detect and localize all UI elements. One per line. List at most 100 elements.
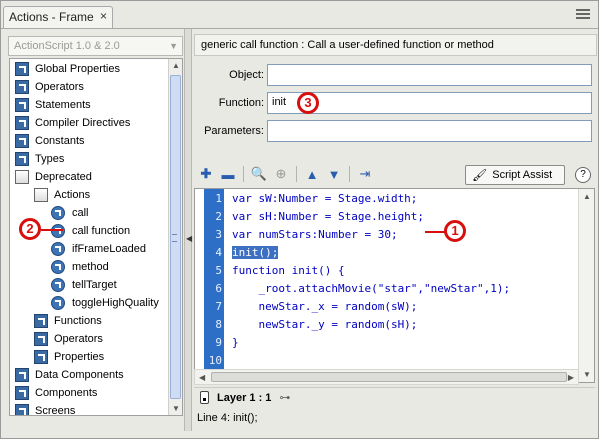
tree-item-call-function[interactable]: call function: [51, 222, 130, 240]
toolbar-divider: [349, 166, 350, 182]
tree-item-compiler-directives[interactable]: Compiler Directives: [15, 114, 130, 132]
insert-target-icon[interactable]: ⇥: [356, 165, 374, 183]
tree-item-statements[interactable]: Statements: [15, 96, 91, 114]
line-number: 4: [215, 246, 222, 259]
panel-splitter[interactable]: ◀: [184, 29, 192, 431]
tree-item-constants[interactable]: Constants: [15, 132, 85, 150]
book-icon: [15, 386, 29, 400]
code-line: }: [232, 336, 239, 349]
tree-item-togglehighquality[interactable]: toggleHighQuality: [51, 294, 159, 312]
tree-item-functions[interactable]: Functions: [34, 312, 102, 330]
move-down-icon[interactable]: ▼: [325, 165, 343, 183]
book-icon: [34, 350, 48, 364]
book-icon: [15, 134, 29, 148]
tree-item-label: method: [72, 261, 109, 273]
tree-item-deprecated-operators[interactable]: Operators: [34, 330, 103, 348]
tree-item-ifframeloaded[interactable]: ifFrameLoaded: [51, 240, 146, 258]
callout-3: 3: [297, 92, 319, 114]
tree-item-label: toggleHighQuality: [72, 297, 159, 309]
target-path-icon[interactable]: ⊕: [272, 165, 290, 183]
version-select-value: ActionScript 1.0 & 2.0: [14, 40, 120, 52]
panel-tab[interactable]: Actions - Frame ×: [3, 6, 113, 28]
callout-1-pointer: [425, 231, 445, 233]
pin-script-icon[interactable]: [200, 391, 209, 404]
version-select[interactable]: ActionScript 1.0 & 2.0 ▼: [8, 36, 183, 56]
add-item-icon[interactable]: ✚: [197, 165, 215, 183]
line-number: 2: [215, 210, 222, 223]
tree-item-global-properties[interactable]: Global Properties: [15, 60, 120, 78]
scroll-down-icon[interactable]: ▼: [172, 404, 180, 413]
action-icon: [51, 278, 65, 292]
tree-item-screens[interactable]: Screens: [15, 402, 76, 416]
selected-code: init();: [232, 246, 279, 259]
tree-scrollbar[interactable]: ▲ ▼: [168, 59, 182, 415]
code-line: var sH:Number = Stage.height;: [232, 210, 425, 223]
code-line: newStar._y = random(sH);: [232, 318, 418, 331]
script-assist-label: Script Assist: [492, 169, 553, 181]
scroll-up-icon[interactable]: ▲: [172, 61, 180, 70]
tree-item-operators[interactable]: Operators: [15, 78, 84, 96]
tree-item-label: Screens: [35, 405, 76, 416]
tree-item-data-components[interactable]: Data Components: [15, 366, 124, 384]
line-number: 6: [215, 282, 222, 295]
tree-item-types[interactable]: Types: [15, 150, 64, 168]
tree-item-label: tellTarget: [72, 279, 117, 291]
layer-tab-bar: Layer 1 : 1 ⊶: [194, 387, 595, 407]
editor-vertical-scrollbar[interactable]: ▲ ▼: [578, 189, 594, 382]
grip-icon: [172, 234, 177, 242]
tree-item-label: call: [72, 207, 89, 219]
close-icon[interactable]: ×: [100, 9, 107, 23]
book-icon: [15, 116, 29, 130]
find-icon[interactable]: 🔍: [250, 165, 268, 183]
tree-item-components[interactable]: Components: [15, 384, 97, 402]
line-number: 7: [215, 300, 222, 313]
move-up-icon[interactable]: ▲: [303, 165, 321, 183]
book-icon: [15, 98, 29, 112]
tree-item-label: Components: [35, 387, 98, 399]
tree-item-call[interactable]: call: [51, 204, 89, 222]
code-line: function init() {: [232, 264, 345, 277]
scroll-up-icon[interactable]: ▲: [583, 192, 591, 201]
object-field[interactable]: [267, 64, 592, 86]
script-editor[interactable]: 1 2 3 4 5 6 7 8 9 10 var sW:Number = Sta…: [194, 188, 595, 383]
line-number: 10: [208, 354, 222, 367]
tree-item-actions[interactable]: Actions: [34, 186, 90, 204]
help-icon[interactable]: ?: [575, 167, 591, 183]
open-book-icon: [15, 170, 29, 184]
action-icon: [51, 260, 65, 274]
editor-horizontal-scrollbar[interactable]: ◀ ▶: [194, 369, 579, 385]
gutter-margin: [195, 189, 204, 382]
book-icon: [34, 332, 48, 346]
tree-item-label: call function: [72, 225, 131, 237]
line-number: 8: [215, 318, 222, 331]
line-number: 9: [215, 336, 222, 349]
layer-tab[interactable]: Layer 1 : 1: [217, 392, 271, 404]
delete-item-icon[interactable]: ▬: [219, 165, 237, 183]
tree-item-deprecated[interactable]: Deprecated: [15, 168, 92, 186]
parameters-field[interactable]: [267, 120, 592, 142]
line-number: 5: [215, 264, 222, 277]
scroll-left-icon[interactable]: ◀: [199, 373, 205, 382]
tree-item-label: Functions: [54, 315, 102, 327]
tree-item-properties[interactable]: Properties: [34, 348, 104, 366]
panel-options-icon[interactable]: [576, 9, 590, 21]
horizontal-scroll-thumb[interactable]: [211, 372, 567, 382]
scroll-down-icon[interactable]: ▼: [583, 370, 591, 379]
tree-item-label: Operators: [54, 333, 103, 345]
book-icon: [34, 314, 48, 328]
parameters-label: Parameters:: [204, 125, 264, 137]
tree-item-telltarget[interactable]: tellTarget: [51, 276, 117, 294]
tree-item-method[interactable]: method: [51, 258, 109, 276]
collapse-left-icon[interactable]: ◀: [186, 234, 192, 243]
script-assist-icon: 🖌: [472, 168, 488, 182]
script-assist-button[interactable]: 🖌 Script Assist: [465, 165, 565, 185]
scroll-right-icon[interactable]: ▶: [568, 373, 574, 382]
function-label: Function:: [218, 97, 264, 109]
tree-item-label: Deprecated: [35, 171, 92, 183]
action-icon: [51, 242, 65, 256]
tree-item-label: Global Properties: [35, 63, 120, 75]
pushpin-icon[interactable]: ⊶: [279, 391, 290, 404]
chevron-down-icon: ▼: [169, 41, 178, 51]
callout-1: 1: [444, 220, 466, 242]
tree-item-label: Statements: [35, 99, 91, 111]
